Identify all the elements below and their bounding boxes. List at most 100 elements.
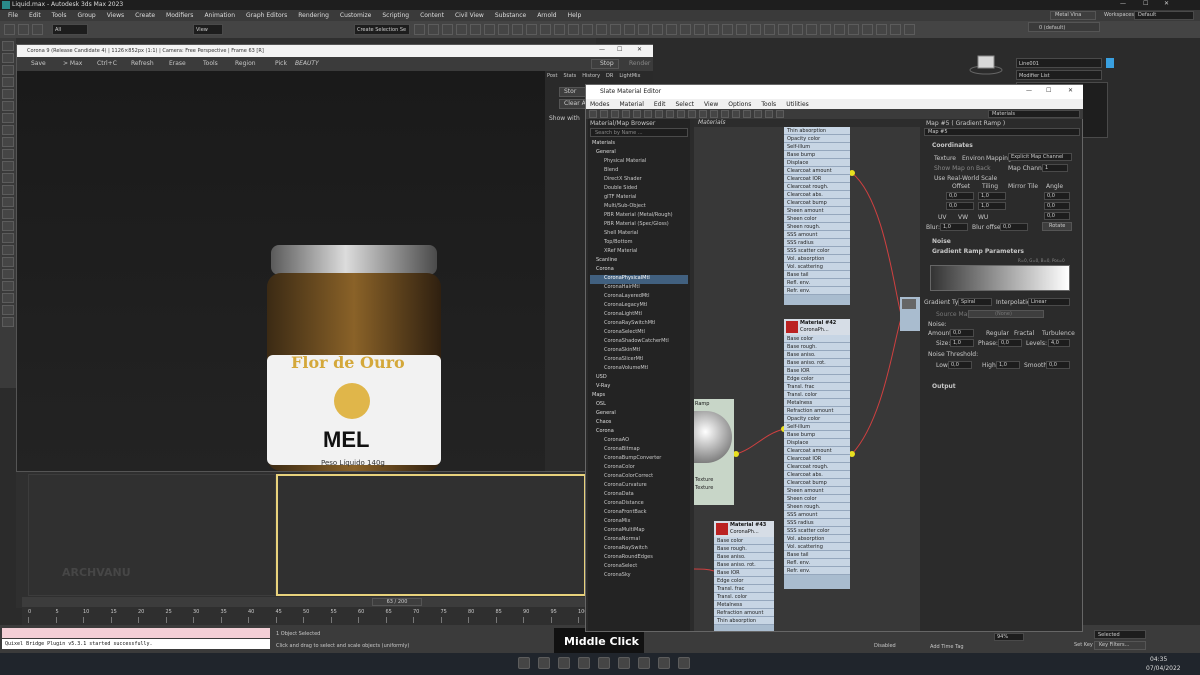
node-slot[interactable]: Clearcoat bump bbox=[784, 199, 850, 207]
toolbar-icon[interactable] bbox=[4, 24, 15, 35]
explorer-icon[interactable] bbox=[598, 657, 610, 669]
browser-item[interactable]: CoronaPhysicalMtl bbox=[590, 275, 688, 284]
browser-scanline-group[interactable]: Scanline bbox=[590, 257, 688, 266]
vfb-pick[interactable]: Pick bbox=[275, 60, 287, 67]
browser-item[interactable]: CoronaBitmap bbox=[590, 446, 688, 455]
ramp-slot-1[interactable]: Texture bbox=[695, 477, 713, 483]
browser-item[interactable]: CoronaHairMtl bbox=[590, 284, 688, 293]
menu-file[interactable]: File bbox=[8, 12, 18, 19]
regular-radio[interactable]: Regular bbox=[986, 330, 1009, 337]
vfb-tools[interactable]: Tools bbox=[203, 60, 218, 67]
sme-tool-icon[interactable] bbox=[677, 110, 685, 118]
sme-tool-icon[interactable] bbox=[600, 110, 608, 118]
edge-icon[interactable] bbox=[578, 657, 590, 669]
object-color-swatch[interactable] bbox=[1106, 58, 1114, 68]
toolbar-icon[interactable] bbox=[792, 24, 803, 35]
levels-field[interactable]: 4,0 bbox=[1048, 339, 1070, 347]
toolbar-icon[interactable] bbox=[582, 24, 593, 35]
menu-graph-editors[interactable]: Graph Editors bbox=[246, 12, 287, 19]
blur-field[interactable]: 1,0 bbox=[940, 223, 968, 231]
node-slot[interactable]: Base aniso. rot. bbox=[784, 359, 850, 367]
browser-item[interactable]: CoronaNormal bbox=[590, 536, 688, 545]
menu-substance[interactable]: Substance bbox=[495, 12, 526, 19]
toolbar-icon[interactable] bbox=[694, 24, 705, 35]
toolbar-icon[interactable] bbox=[442, 24, 453, 35]
node-slot[interactable]: SSS scatter color bbox=[784, 247, 850, 255]
browser-item[interactable]: CoronaSelect bbox=[590, 563, 688, 572]
node-slot[interactable]: Self-illum bbox=[784, 423, 850, 431]
browser-item[interactable]: CoronaBumpConverter bbox=[590, 455, 688, 464]
toolbar-icon[interactable] bbox=[428, 24, 439, 35]
sme-tool-icon[interactable] bbox=[721, 110, 729, 118]
menu-customize[interactable]: Customize bbox=[340, 12, 372, 19]
browser-usd-group[interactable]: USD bbox=[590, 374, 688, 383]
node-slot[interactable]: Transl. frac bbox=[784, 383, 850, 391]
browser-item[interactable]: CoronaColorCorrect bbox=[590, 473, 688, 482]
toolbar-icon[interactable] bbox=[32, 24, 43, 35]
map-name-field[interactable]: Map #5 bbox=[924, 128, 1080, 136]
sme-tool-icon[interactable] bbox=[776, 110, 784, 118]
tool-icon[interactable] bbox=[2, 161, 14, 171]
vfb-render[interactable]: Render bbox=[629, 60, 650, 67]
node-slot[interactable]: Refl. env. bbox=[784, 279, 850, 287]
browser-item[interactable]: DirectX Shader bbox=[590, 176, 688, 185]
tool-icon[interactable] bbox=[2, 113, 14, 123]
browser-item[interactable]: CoronaMultiMap bbox=[590, 527, 688, 536]
modifier-list[interactable]: Modifier List bbox=[1016, 70, 1102, 80]
interp-dropdown[interactable]: Linear bbox=[1028, 298, 1070, 306]
node-slot[interactable]: Sheen rough. bbox=[784, 223, 850, 231]
fractal-radio[interactable]: Fractal bbox=[1014, 330, 1034, 337]
sme-tool-icon[interactable] bbox=[589, 110, 597, 118]
toolbar-icon[interactable] bbox=[806, 24, 817, 35]
tool-icon[interactable] bbox=[2, 197, 14, 207]
vfb-tab-history[interactable]: History bbox=[582, 73, 600, 79]
vfb-stop[interactable]: Stop bbox=[591, 59, 619, 69]
toolbar-icon[interactable] bbox=[456, 24, 467, 35]
workspaces-dropdown[interactable]: Default bbox=[1134, 11, 1194, 20]
minimize-button[interactable]: — bbox=[1120, 0, 1126, 7]
vfb-ctrl-c[interactable]: Ctrl+C bbox=[97, 60, 117, 67]
set-key-button[interactable]: Set Key bbox=[1074, 642, 1093, 648]
sme-menu-options[interactable]: Options bbox=[728, 101, 751, 108]
node-slot[interactable]: Opacity color bbox=[784, 415, 850, 423]
toolbar-icon[interactable] bbox=[904, 24, 915, 35]
toolbar-icon[interactable] bbox=[652, 24, 663, 35]
browser-maps-general-group[interactable]: General bbox=[590, 410, 688, 419]
node-slot[interactable]: Base bump bbox=[784, 151, 850, 159]
node-slot[interactable]: SSS radius bbox=[784, 519, 850, 527]
sme-tool-icon[interactable] bbox=[666, 110, 674, 118]
node-slot[interactable]: Refr. env. bbox=[784, 567, 850, 575]
node-slot[interactable]: Displace bbox=[784, 159, 850, 167]
browser-vray-group[interactable]: V-Ray bbox=[590, 383, 688, 392]
windows-start-icon[interactable] bbox=[518, 657, 530, 669]
toolbar-icon[interactable] bbox=[484, 24, 495, 35]
vfb-tab-dr[interactable]: DR bbox=[606, 73, 613, 79]
coords-rollout[interactable]: Coordinates bbox=[932, 142, 973, 149]
toolbar-icon[interactable] bbox=[554, 24, 565, 35]
browser-item[interactable]: CoronaSky bbox=[590, 572, 688, 581]
tool-icon[interactable] bbox=[2, 185, 14, 195]
node-slot[interactable]: Base aniso. bbox=[784, 351, 850, 359]
browser-item[interactable]: CoronaShadowCatcherMtl bbox=[590, 338, 688, 347]
browser-item[interactable]: CoronaRaySwitch bbox=[590, 545, 688, 554]
node-ramp[interactable]: Ramp Texture Texture bbox=[694, 399, 734, 505]
vfb-close[interactable]: ✕ bbox=[637, 46, 642, 53]
browser-item[interactable]: CoronaRoundEdges bbox=[590, 554, 688, 563]
node-slot[interactable]: Vol. scattering bbox=[784, 543, 850, 551]
menu-create[interactable]: Create bbox=[135, 12, 155, 19]
node-slot[interactable]: SSS amount bbox=[784, 231, 850, 239]
browser-item[interactable]: CoronaMix bbox=[590, 518, 688, 527]
sme-menu-utilities[interactable]: Utilities bbox=[786, 101, 809, 108]
node-view[interactable]: Materials Thin absorption Opacity color Se… bbox=[694, 119, 920, 631]
taskview-icon[interactable] bbox=[558, 657, 570, 669]
menu-rendering[interactable]: Rendering bbox=[298, 12, 329, 19]
sme-tool-icon[interactable] bbox=[754, 110, 762, 118]
node-slot[interactable]: Base rough. bbox=[714, 545, 774, 553]
sme-maximize[interactable]: ☐ bbox=[1046, 87, 1051, 94]
sme-menu-edit[interactable]: Edit bbox=[654, 101, 666, 108]
wu-radio[interactable]: WU bbox=[978, 214, 988, 221]
vfb-minimize[interactable]: — bbox=[599, 46, 605, 53]
node-slot[interactable]: Edge color bbox=[784, 375, 850, 383]
sme-tool-icon[interactable] bbox=[710, 110, 718, 118]
node-slot[interactable]: Transl. color bbox=[784, 391, 850, 399]
